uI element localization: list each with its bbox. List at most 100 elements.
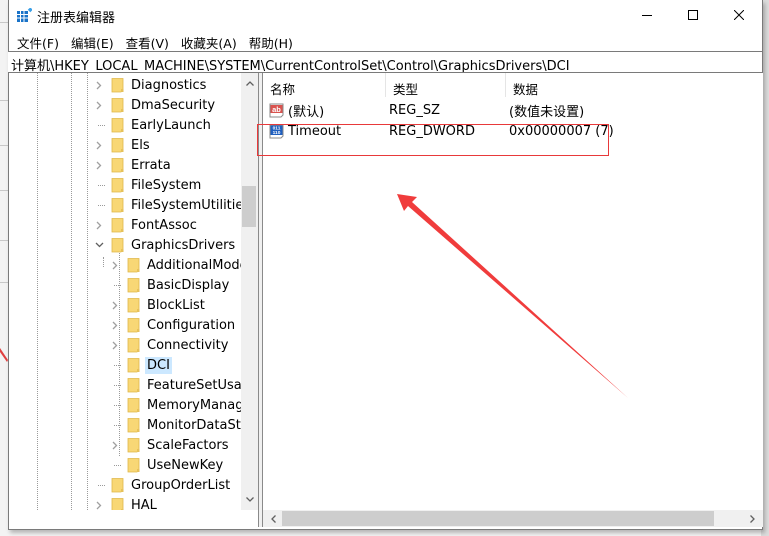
menu-file[interactable]: 文件(F) <box>12 31 66 51</box>
folder-icon <box>127 398 140 413</box>
tree-item[interactable]: Configuration <box>109 315 237 335</box>
collapse-toggle[interactable] <box>93 235 105 255</box>
tree-item[interactable]: GroupOrderList <box>93 475 232 495</box>
folder-icon <box>111 478 124 493</box>
tree-item[interactable]: FileSystemUtilities <box>93 195 241 215</box>
tree-item-label: AdditionalModeLists <box>147 257 241 273</box>
tree-connector <box>93 195 105 215</box>
close-button[interactable] <box>716 0 762 30</box>
regedit-window: 注册表编辑器 文件(F) 编辑(E) 查看(V) 收藏夹(A) 帮助(H) 计算… <box>8 0 763 530</box>
value-data: 0x00000007 (7) <box>509 124 614 139</box>
folder-icon <box>111 138 124 153</box>
chevron-right-icon <box>112 441 118 449</box>
tree-item[interactable]: Diagnostics <box>93 75 208 95</box>
value-name: (默认) <box>288 105 325 120</box>
tree-item-label: MonitorDataStore <box>147 417 241 433</box>
address-bar[interactable]: 计算机\HKEY_LOCAL_MACHINE\SYSTEM\CurrentCon… <box>8 51 763 73</box>
tree-item[interactable]: EarlyLaunch <box>93 115 213 135</box>
folder-icon <box>111 238 124 253</box>
regedit-icon <box>17 8 32 22</box>
title-bar[interactable]: 注册表编辑器 <box>9 0 762 30</box>
tree-guide-line <box>37 73 38 510</box>
folder-icon <box>127 438 140 453</box>
chevron-right-icon <box>112 341 118 349</box>
value-type: REG_DWORD <box>389 124 475 139</box>
folder-icon-wrap <box>127 457 141 473</box>
tree-item-label: BasicDisplay <box>147 277 230 293</box>
tree-item[interactable]: Connectivity <box>109 335 230 355</box>
tree-item-label: DCI <box>145 356 172 374</box>
expand-toggle[interactable] <box>109 435 121 455</box>
tree-item[interactable]: FileSystem <box>93 175 203 195</box>
tree-item-label: Configuration <box>147 317 236 333</box>
minimize-button[interactable] <box>624 0 670 30</box>
expand-toggle[interactable] <box>109 255 121 275</box>
tree-item[interactable]: DCI <box>109 355 172 375</box>
tree-item[interactable]: Errata <box>93 155 173 175</box>
chevron-right-icon <box>96 141 102 149</box>
tree-item[interactable]: MonitorDataStore <box>109 415 241 435</box>
chevron-right-icon <box>112 301 118 309</box>
tree-item-label: Errata <box>131 157 171 173</box>
tree-item-label: GraphicsDrivers <box>131 237 236 253</box>
tree-item[interactable]: MemoryManager <box>109 395 241 415</box>
column-header-data[interactable]: 数据 <box>506 73 763 97</box>
tree-item[interactable]: DmaSecurity <box>93 95 217 115</box>
tree-item[interactable]: HAL <box>93 495 159 510</box>
menu-help[interactable]: 帮助(H) <box>244 31 300 51</box>
expand-toggle[interactable] <box>93 215 105 235</box>
folder-icon-wrap <box>111 477 125 493</box>
tree-vertical-scroll-thumb[interactable] <box>242 186 256 227</box>
maximize-button[interactable] <box>670 0 716 30</box>
value-type: REG_SZ <box>389 103 440 118</box>
expand-toggle[interactable] <box>93 155 105 175</box>
folder-icon <box>127 318 140 333</box>
chevron-up-icon <box>245 81 254 86</box>
scroll-left-button[interactable] <box>265 510 282 527</box>
value-row[interactable]: ab (默认) REG_SZ (数值未设置) <box>263 100 763 121</box>
svg-text:110: 110 <box>273 130 281 136</box>
tree-item[interactable]: Els <box>93 135 152 155</box>
tree-vertical-scrollbar[interactable] <box>241 73 258 510</box>
menu-view[interactable]: 查看(V) <box>121 31 176 51</box>
expand-toggle[interactable] <box>93 495 105 510</box>
tree-viewport: Diagnostics DmaSecurity EarlyLaunch Els Erra… <box>9 73 241 510</box>
tree-item[interactable]: FontAssoc <box>93 215 199 235</box>
column-header-type[interactable]: 类型 <box>386 73 506 97</box>
tree-item-label: EarlyLaunch <box>131 117 211 133</box>
dword-value-icon: 011 110 <box>269 124 284 139</box>
scroll-down-button[interactable] <box>241 491 258 508</box>
expand-toggle[interactable] <box>109 295 121 315</box>
tree-item-label: GroupOrderList <box>131 477 231 493</box>
folder-icon-wrap <box>111 117 125 133</box>
tree-item-label: FileSystemUtilities <box>131 197 241 213</box>
folder-icon-wrap <box>111 77 125 93</box>
tree-item[interactable]: FeatureSetUsage <box>109 375 241 395</box>
tree-item[interactable]: ScaleFactors <box>109 435 231 455</box>
value-row[interactable]: 011 110 Timeout REG_DWORD 0x00000007 (7) <box>263 121 763 142</box>
expand-toggle[interactable] <box>93 95 105 115</box>
registry-value-list: 名称 类型 数据 ab (默认) REG_SZ (数值未设置) 011 110 … <box>263 73 763 527</box>
tree-item[interactable]: UseNewKey <box>109 455 225 475</box>
menu-favorites[interactable]: 收藏夹(A) <box>176 31 244 51</box>
tree-item[interactable]: BasicDisplay <box>109 275 231 295</box>
chevron-down-icon <box>95 242 103 248</box>
menu-edit[interactable]: 编辑(E) <box>66 31 121 51</box>
folder-icon <box>127 338 140 353</box>
chevron-right-icon <box>96 81 102 89</box>
scroll-right-button[interactable] <box>744 510 761 527</box>
tree-item-label: Diagnostics <box>131 77 207 93</box>
folder-icon-wrap <box>111 217 125 233</box>
column-header-name[interactable]: 名称 <box>263 73 386 97</box>
scroll-up-button[interactable] <box>241 75 258 92</box>
tree-item[interactable]: AdditionalModeLists <box>109 255 241 275</box>
expand-toggle[interactable] <box>93 75 105 95</box>
expand-toggle[interactable] <box>109 335 121 355</box>
tree-item-label: FontAssoc <box>131 217 197 233</box>
expand-toggle[interactable] <box>109 315 121 335</box>
expand-toggle[interactable] <box>93 135 105 155</box>
tree-item[interactable]: BlockList <box>109 295 207 315</box>
tree-item[interactable]: GraphicsDrivers <box>93 235 237 255</box>
list-horizontal-scroll-thumb[interactable] <box>282 511 714 526</box>
list-horizontal-scrollbar[interactable] <box>263 510 763 527</box>
